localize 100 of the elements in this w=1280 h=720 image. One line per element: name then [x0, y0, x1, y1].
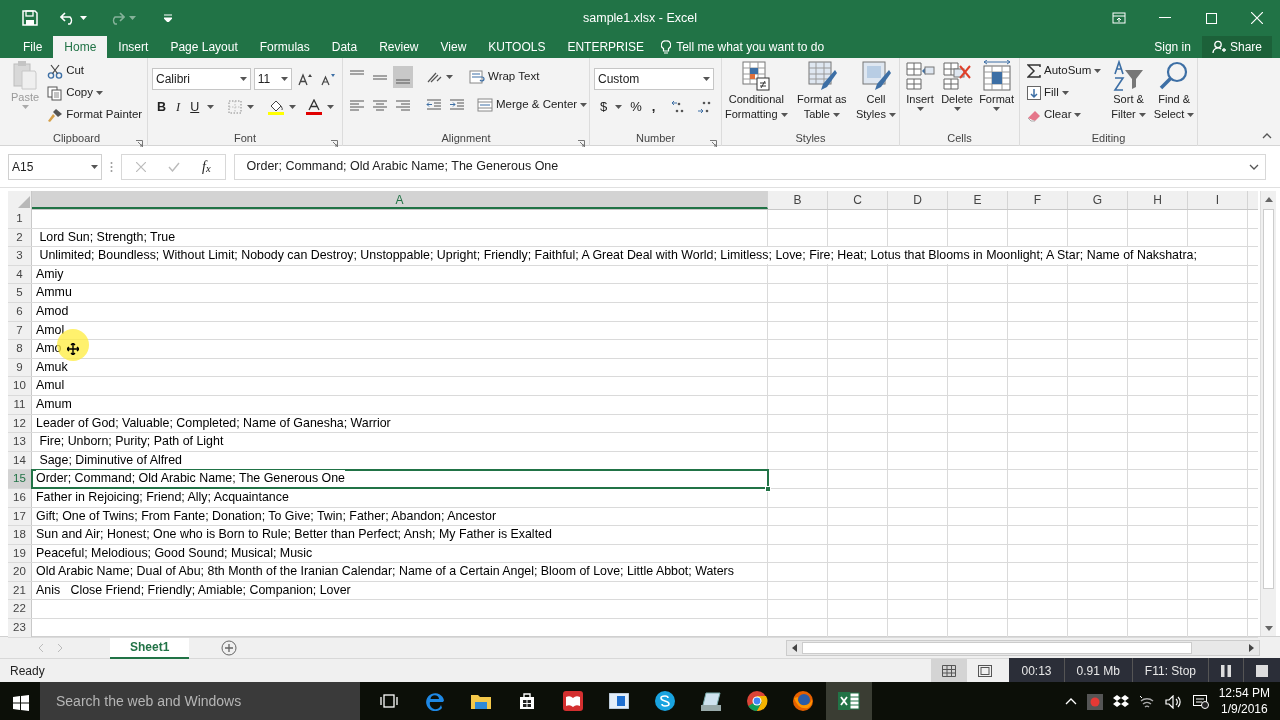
italic-button[interactable]: I — [174, 96, 183, 118]
column-header[interactable]: E — [948, 191, 1008, 209]
caret-icon — [993, 107, 1001, 111]
sort-filter-button[interactable]: Sort & Filter — [1110, 60, 1147, 130]
find-select-button[interactable]: Find & Select — [1152, 60, 1196, 130]
ribbon-tab[interactable]: View — [429, 36, 478, 58]
dialog-launcher-icon[interactable] — [136, 139, 143, 147]
cell-text: Sun and Air; Honest; One who is Born to Rule; Better than Perfect; Ansh; My Father is Exalted — [36, 526, 552, 544]
horizontal-scrollbar[interactable] — [786, 639, 1260, 656]
underline-button[interactable]: U — [188, 96, 202, 118]
merge-center-button[interactable]: Merge & Center — [474, 94, 591, 116]
column-header[interactable]: C — [828, 191, 888, 209]
wrap-text-icon — [469, 70, 485, 84]
insert-button[interactable]: Insert — [904, 60, 936, 130]
column-header[interactable]: G — [1068, 191, 1128, 209]
notifications-button[interactable] — [1192, 692, 1209, 710]
cancel-icon — [136, 161, 146, 172]
ribbon-tab[interactable]: Data — [320, 36, 369, 58]
expand-icon[interactable] — [1249, 163, 1259, 170]
row-header[interactable]: 3 — [8, 247, 32, 265]
scroll-up-icon[interactable] — [1264, 196, 1273, 202]
format-as-table-button[interactable]: Format as Table — [796, 60, 848, 130]
format-painter-button[interactable]: Format Painter — [44, 104, 146, 126]
insert-function-button[interactable]: f$_{x}$ — [200, 155, 213, 178]
column-header[interactable]: A — [32, 191, 768, 209]
cut-button[interactable]: Cut — [44, 60, 146, 82]
autosum-button[interactable]: AutoSum — [1024, 60, 1105, 82]
clear-button[interactable]: Clear — [1024, 104, 1105, 126]
currency-button[interactable]: $ — [598, 96, 610, 118]
chevron-right-icon — [57, 643, 63, 652]
row-header[interactable]: 1 — [8, 210, 32, 228]
cell-styles-button[interactable]: Cell Styles — [854, 60, 897, 130]
number-format-field[interactable]: Custom — [594, 68, 714, 90]
excel-button[interactable] — [826, 682, 872, 720]
ribbon-tab[interactable]: Home — [53, 36, 108, 58]
column-header[interactable]: B — [768, 191, 828, 209]
row-header[interactable]: 15 — [8, 470, 32, 488]
collapse-ribbon-icon[interactable] — [1262, 133, 1272, 139]
wrap-text-button[interactable]: Wrap Text — [466, 66, 543, 88]
fill-handle[interactable] — [765, 485, 771, 492]
start-button[interactable] — [13, 693, 29, 711]
scroll-down-icon[interactable] — [1264, 625, 1273, 631]
share-button[interactable]: Share — [1201, 36, 1272, 58]
column-header[interactable]: H — [1128, 191, 1188, 209]
comma-button[interactable]: , — [649, 96, 658, 118]
view-button[interactable] — [931, 658, 968, 683]
sigma-icon — [1027, 64, 1041, 78]
dropbox-button[interactable] — [1112, 692, 1129, 710]
taskbar-search-field[interactable]: Search the web and Windows — [40, 682, 360, 720]
format-button[interactable]: Format — [978, 60, 1015, 130]
window-title: sample1.xlsx - Excel — [583, 10, 697, 25]
dialog-launcher-icon[interactable] — [331, 139, 338, 147]
ribbon-tab[interactable]: ENTERPRISE — [556, 36, 656, 58]
row-header[interactable]: 13 — [8, 433, 32, 451]
caret-icon — [1074, 113, 1082, 117]
ribbon-tab[interactable]: Page Layout — [159, 36, 249, 58]
font-name-field[interactable]: Calibri — [152, 68, 251, 90]
sheet-tab[interactable]: Sheet1 — [110, 636, 190, 659]
column-header[interactable]: I — [1188, 191, 1248, 209]
ribbon-tab[interactable]: Review — [368, 36, 430, 58]
grow-font-icon — [297, 72, 313, 86]
caret-icon — [1138, 113, 1146, 118]
copy-button[interactable]: Copy — [44, 82, 146, 104]
name-box[interactable]: A15 — [8, 153, 102, 180]
scroll-right-icon[interactable] — [1249, 643, 1254, 652]
sign-in-link[interactable]: Sign in — [1143, 36, 1202, 58]
delete-button[interactable]: Delete — [940, 60, 974, 130]
bold-button[interactable]: B — [155, 96, 169, 118]
formula-input[interactable]: Order; Command; Old Arabic Name; The Generous One — [233, 153, 1266, 180]
row-header[interactable]: 5 — [8, 284, 32, 302]
volume-button[interactable] — [1164, 692, 1183, 710]
save-button[interactable] — [20, 7, 40, 29]
conditional-formatting-button[interactable]: Conditional Formatting — [724, 60, 789, 130]
active-cell[interactable]: Order; Command; Old Arabic Name; The Generous One — [32, 470, 768, 488]
row-header[interactable]: 10 — [8, 377, 32, 395]
ribbon-tab[interactable]: KUTOOLS — [477, 36, 557, 58]
ribbon-tab[interactable]: File — [12, 36, 54, 58]
dialog-launcher-icon[interactable] — [710, 139, 717, 147]
clock-date[interactable]: 1/9/2016 — [1220, 701, 1268, 717]
ribbon-tab[interactable]: Formulas — [248, 36, 321, 58]
chevron-left-icon — [37, 643, 43, 652]
tell-me-search[interactable]: Tell me what you want to do — [676, 38, 825, 56]
font-size-field[interactable]: 11 — [253, 68, 292, 90]
record-button[interactable] — [1086, 692, 1103, 710]
column-header[interactable]: F — [1008, 191, 1068, 209]
row-header[interactable]: 20 — [8, 563, 32, 581]
ribbon-tab[interactable]: Insert — [107, 36, 160, 58]
vertical-scrollbar[interactable] — [1260, 191, 1276, 636]
fill-button[interactable]: Fill — [1024, 82, 1105, 104]
fox-globe-icon — [792, 690, 814, 712]
row-header[interactable]: 18 — [8, 526, 32, 544]
dialog-launcher-icon[interactable] — [578, 139, 585, 147]
column-header[interactable]: D — [888, 191, 948, 209]
clock-time[interactable]: 12:54 PM — [1218, 685, 1270, 701]
row-header[interactable]: 22 — [8, 600, 32, 619]
row-header[interactable]: 23 — [8, 619, 32, 637]
percent-button[interactable]: % — [628, 96, 644, 118]
scroll-left-icon[interactable] — [792, 643, 797, 652]
align-right-icon — [395, 99, 411, 111]
row-header[interactable]: 8 — [8, 340, 32, 358]
